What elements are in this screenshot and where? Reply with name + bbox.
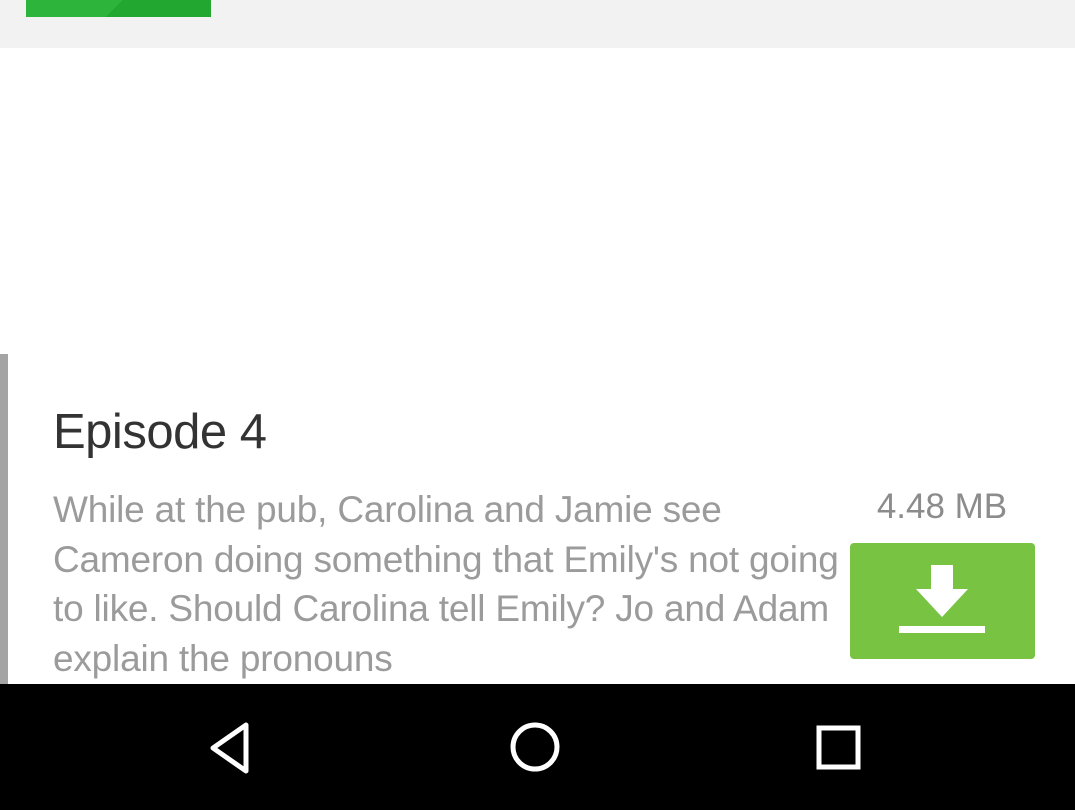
file-size-label: 4.48 MB	[876, 487, 1008, 526]
recents-square-icon	[806, 715, 870, 779]
back-button[interactable]	[200, 715, 264, 779]
download-button[interactable]	[850, 543, 1035, 659]
home-button[interactable]	[503, 715, 567, 779]
episode-description: While at the pub, Carolina and Jamie see…	[53, 489, 839, 679]
top-action-button[interactable]	[26, 0, 211, 17]
system-navigation-bar	[0, 684, 1075, 810]
top-bar	[0, 0, 1075, 48]
home-circle-icon	[503, 715, 567, 779]
back-triangle-icon	[200, 715, 264, 779]
card-accent-bar	[0, 354, 8, 684]
app-screen: Episode 4 While at the pub, Carolina and…	[0, 0, 1075, 810]
download-icon	[897, 565, 987, 637]
episode-card[interactable]: Episode 4 While at the pub, Carolina and…	[0, 354, 1075, 684]
episode-title: Episode 4	[53, 405, 267, 459]
recents-button[interactable]	[806, 715, 870, 779]
